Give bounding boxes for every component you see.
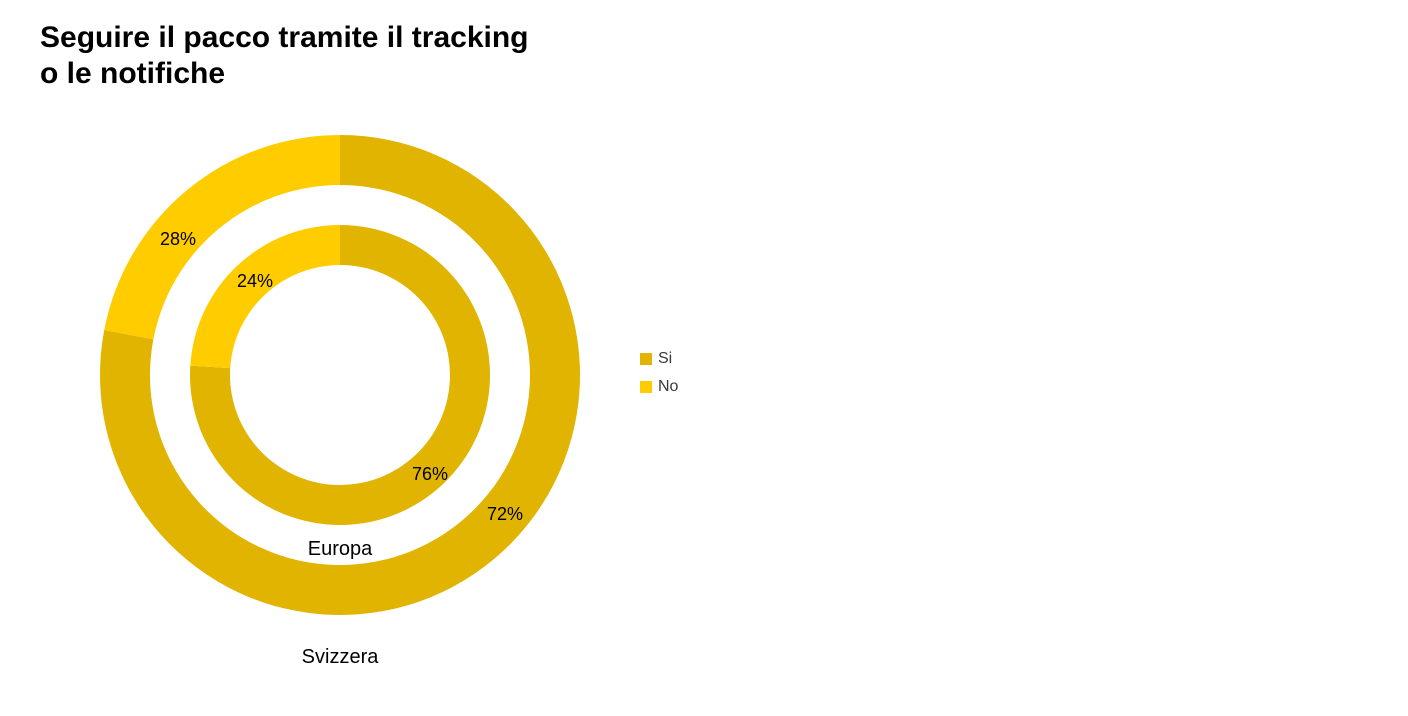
outer-no-label: 28% (160, 229, 196, 249)
legend: Si No (640, 350, 678, 406)
chart-title: Seguire il pacco tramite il tracking o l… (40, 20, 529, 92)
outer-ring-name: Svizzera (302, 646, 380, 668)
donut-chart: 72% 28% 76% 24% Europa Svizzera (60, 95, 620, 695)
donut-svg: 72% 28% 76% 24% Europa Svizzera (60, 95, 620, 695)
outer-si-label: 72% (487, 504, 523, 524)
legend-label-no: No (658, 378, 678, 396)
inner-slice-no (190, 225, 340, 368)
legend-item-si: Si (640, 350, 678, 368)
inner-ring-name: Europa (308, 538, 373, 560)
inner-si-label: 76% (412, 464, 448, 484)
legend-swatch-no (640, 381, 652, 393)
legend-label-si: Si (658, 350, 672, 368)
inner-no-label: 24% (237, 271, 273, 291)
legend-item-no: No (640, 378, 678, 396)
legend-swatch-si (640, 353, 652, 365)
